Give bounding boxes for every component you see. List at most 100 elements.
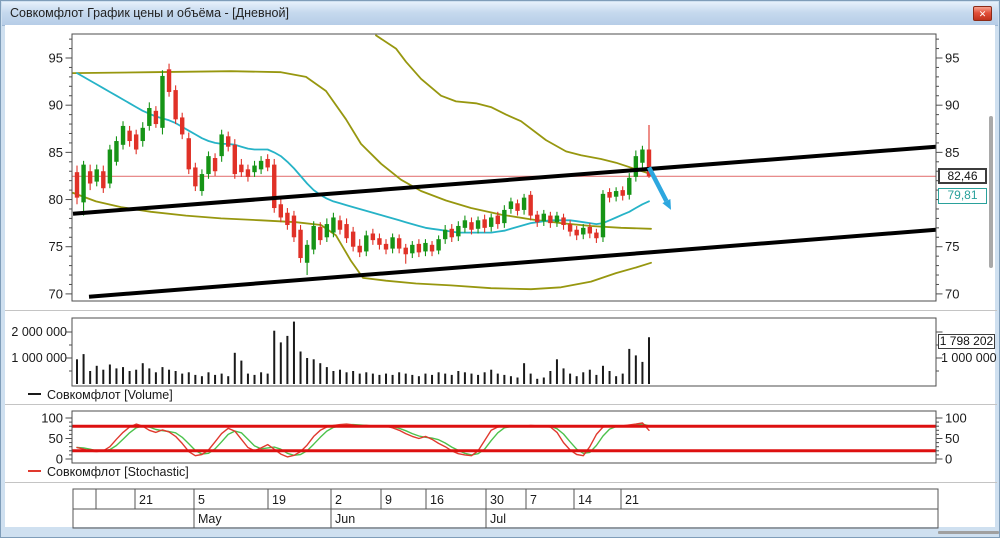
svg-text:Jul: Jul <box>490 512 506 526</box>
candle <box>258 160 264 170</box>
price-pane[interactable]: 959590908585808075757070 <box>49 33 960 302</box>
svg-text:90: 90 <box>49 98 63 113</box>
candle <box>587 226 593 234</box>
svg-text:May: May <box>198 512 222 526</box>
candle <box>350 231 356 247</box>
volume-bar <box>391 374 394 384</box>
svg-text:21: 21 <box>625 493 639 507</box>
volume-bar <box>529 373 532 384</box>
volume-bar <box>338 369 341 384</box>
candle <box>548 215 553 224</box>
svg-text:2 000 000: 2 000 000 <box>11 325 67 339</box>
stochastic-legend-dash-icon <box>28 470 41 473</box>
volume-bar <box>233 352 236 384</box>
vertical-scrollbar-thumb[interactable] <box>989 116 993 268</box>
candle <box>495 215 500 225</box>
candle <box>383 243 389 250</box>
candle <box>640 149 645 163</box>
svg-text:1 000 000: 1 000 000 <box>11 351 67 365</box>
volume-bar <box>411 374 414 384</box>
volume-bar <box>450 374 453 384</box>
candle <box>620 190 625 196</box>
volume-bar <box>154 372 157 384</box>
volume-bar <box>194 374 197 384</box>
volume-bar <box>562 368 565 384</box>
candle <box>423 242 428 252</box>
candle <box>193 167 198 187</box>
candle <box>252 165 257 173</box>
candle <box>107 149 113 184</box>
volume-bar <box>108 364 111 384</box>
stochastic-pane[interactable]: 100 10050 500 0 <box>41 410 967 467</box>
candle <box>456 225 461 237</box>
candle <box>554 215 560 223</box>
volume-bar <box>536 378 539 384</box>
stochastic-legend-label: Совкомфлот [Stochastic] <box>47 465 189 479</box>
candle <box>515 203 520 211</box>
volume-bar <box>89 371 92 384</box>
volume-bar <box>404 373 407 384</box>
candle <box>81 164 86 203</box>
candle <box>166 69 172 92</box>
volume-bar <box>181 373 184 384</box>
candle <box>173 90 178 120</box>
candle <box>377 238 382 245</box>
candle <box>449 228 454 238</box>
svg-text:21: 21 <box>139 493 153 507</box>
candle <box>535 214 540 223</box>
candle <box>140 127 145 142</box>
candle <box>245 169 251 177</box>
svg-text:95: 95 <box>945 51 959 66</box>
volume-bar <box>365 372 368 384</box>
volume-bar <box>260 372 263 384</box>
volume-bar <box>569 373 572 384</box>
volume-bar <box>431 374 434 384</box>
svg-text:0: 0 <box>945 452 952 467</box>
volume-bar <box>240 360 243 384</box>
volume-bar <box>647 337 650 384</box>
svg-text:90: 90 <box>945 98 959 113</box>
candle <box>561 217 566 226</box>
candle <box>364 235 369 252</box>
candle <box>429 244 435 252</box>
volume-bar <box>319 363 322 384</box>
volume-pane[interactable]: 2 000 000 1 000 000 1 000 000 <box>11 317 997 387</box>
candle <box>239 164 244 173</box>
candle <box>87 171 93 184</box>
volume-bar <box>266 373 269 384</box>
candle <box>232 144 237 175</box>
horizontal-scrollbar-thumb[interactable] <box>938 531 999 534</box>
volume-bar <box>115 368 118 384</box>
candle <box>528 194 533 216</box>
candle <box>627 177 632 195</box>
candle <box>581 227 586 235</box>
volume-bar <box>516 377 519 384</box>
volume-bar <box>371 373 374 384</box>
svg-text:85: 85 <box>49 145 63 160</box>
volume-bar <box>128 371 131 384</box>
volume-bar <box>385 373 388 384</box>
volume-bar <box>174 371 177 384</box>
candle <box>357 245 362 253</box>
volume-bar <box>437 372 440 384</box>
candle <box>600 193 606 238</box>
candle <box>482 219 487 228</box>
last-price-label: 82,46 <box>938 168 987 184</box>
svg-text:1 000 000: 1 000 000 <box>941 351 997 365</box>
svg-text:75: 75 <box>49 239 63 254</box>
candle <box>94 169 99 182</box>
volume-bar <box>417 376 420 384</box>
candle <box>318 226 323 241</box>
candle <box>396 238 402 249</box>
volume-bar <box>549 371 552 384</box>
stochastic-legend[interactable]: Совкомфлот [Stochastic] <box>1 465 189 479</box>
candle <box>410 244 415 254</box>
candle <box>74 172 80 198</box>
chart-canvas[interactable]: 9595909085858080757570702 000 0001 000 0… <box>1 1 1000 538</box>
volume-legend[interactable]: Совкомфлот [Volume] <box>1 388 173 402</box>
candle <box>153 110 159 125</box>
volume-bar <box>496 373 499 384</box>
candle <box>521 197 527 210</box>
volume-bar <box>76 359 78 384</box>
svg-text:19: 19 <box>272 493 286 507</box>
